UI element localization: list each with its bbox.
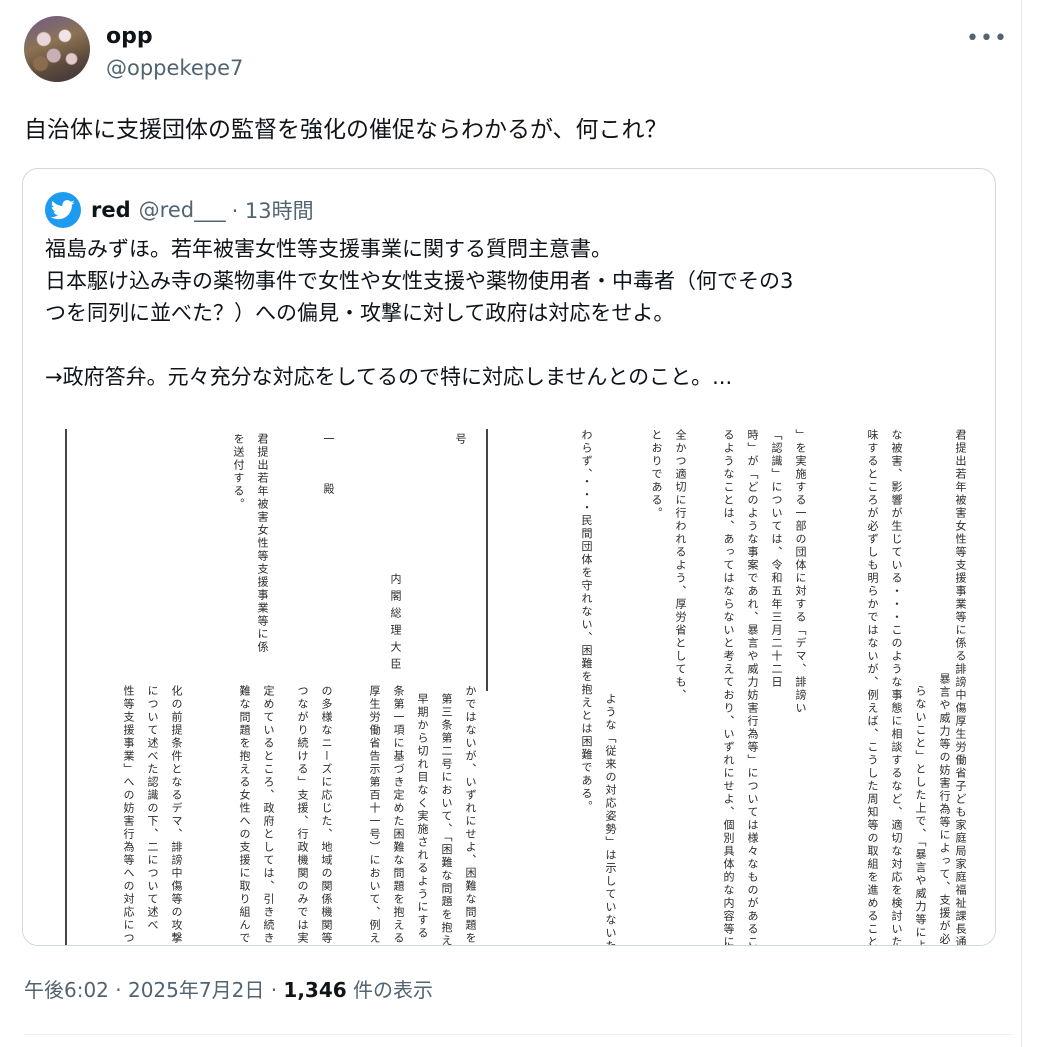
document-text-column: 定めているところ、政府としては、引き続き、 [262,685,275,945]
document-text-column: 味するところが必ずしも明らかではないが、例えば、こうした周知等の取組を進めること… [866,429,879,945]
document-rule [486,429,488,691]
author-display-name[interactable]: opp [106,24,153,49]
document-text-column: 時」が「どのような事案であれ、暴言や威力妨害行為等」については様々なものがあるこ… [746,429,759,945]
quote-header: red @red___ · 13時間 [45,192,314,228]
document-text-column: 君提出若年被害女性等支援事業等に係る誹謗中傷厚生労働省子ども家庭局家庭福祉課長通… [954,429,967,945]
quote-line-gap [45,329,975,361]
document-text-column: 「認識」については、令和五年三月二十二日 [770,429,783,689]
document-text-column: るようなことは、あってはならないと考えており、いずれにせよ、個別具体的な内容等に… [722,429,735,945]
quote-author-name[interactable]: red [91,198,131,222]
document-image[interactable]: 君提出若年被害女性等支援事業等に係る誹謗中傷厚生労働省子ども家庭局家庭福祉課長通… [23,423,995,945]
document-rule [65,429,67,945]
document-text-column: 全かつ適切に行われるよう、厚労省としても、 [674,429,687,702]
document-text-column: ような「従来の対応姿勢」は示していないため [604,693,617,945]
quote-timestamp[interactable]: · 13時間 [232,195,314,225]
bird-icon[interactable] [45,192,81,228]
document-text-column: 一 殿 [322,433,335,508]
document-text-column: 厚生労働省告示第百十一号）において、例えば [368,685,381,945]
quote-author-handle[interactable]: @red___ [139,198,226,222]
document-text-column: とおりである。 [650,429,663,520]
document-text-column: 性等支援事業」への妨害行為等への対応につい [122,685,135,945]
document-text-column: 難な問題を抱える女性への支援に取り組んでま [238,685,251,945]
document-text-column: 」を実施する一部の団体に対する「デマ、誹謗い [794,429,807,715]
document-text-column: について述べた認識の下、二について述べ [146,685,159,932]
document-text-column: わらず、・・・民間団体を守れない、困難を抱えとは困難である。 [580,429,593,814]
document-text-column: つながり続ける」支援、行政機関のみでは実施 [296,685,309,945]
document-text-column: の多様なニーズに応じた、地域の関係機関等の [320,685,333,945]
quote-text: 福島みずほ。若年被害女性等支援事業に関する質問主意書。 日本駆け込み寺の薬物事件… [45,233,975,393]
tweet-header: opp @oppekepe7 ••• [24,16,1014,86]
document-text-column: かではないが、いずれにせよ、困難な問題を抱 [464,685,477,945]
document-scan: 君提出若年被害女性等支援事業等に係る誹謗中傷厚生労働省子ども家庭局家庭福祉課長通… [23,423,995,945]
document-text-column: 暴言や威力等の妨害行為等によって、支援が必 [938,673,951,945]
author-handle[interactable]: @oppekepe7 [106,56,243,80]
document-text-column: な被害、影響が生じている・・・このような事態に相談するなど、適切な対応を検討いた… [890,429,903,945]
author-avatar[interactable] [24,16,90,82]
tweet-meta: 午後6:02 · 2025年7月2日 · 1,346 件の表示 [24,974,433,1003]
document-text-column: を送付する。 [232,433,245,511]
quote-tweet-card[interactable]: red @red___ · 13時間 福島みずほ。若年被害女性等支援事業に関する… [22,168,996,946]
document-text-column: 化の前提条件となるデマ、誹謗中傷等の攻撃の [170,685,183,945]
quote-line: →政府答弁。元々充分な対応をしてるので特に対応しませんとのこと。... [45,365,733,389]
document-text-column: 条第一項に基づき定めた困難な問題を抱える女 [392,685,405,945]
document-text-column: 号 [454,433,467,446]
more-options-icon[interactable]: ••• [966,26,1007,56]
tweet-timestamp[interactable]: 午後6:02 · 2025年7月2日 · [24,978,283,1002]
document-text-column: 君提出若年被害女性等支援事業等に係 [256,433,269,654]
timeline-border [1021,0,1022,1047]
tweet-text: 自治体に支援団体の監督を強化の催促ならわかるが、何これ？ [24,117,668,143]
views-count[interactable]: 1,346 [283,978,346,1002]
quote-line: 福島みずほ。若年被害女性等支援事業に関する質問主意書。 [45,237,612,261]
divider [24,1034,1014,1035]
views-label: 件の表示 [346,978,434,1002]
document-text-column: 早期から切れ目なく実施されるようにする [416,693,429,940]
document-text-column: 内閣総理大臣 [389,573,402,675]
document-text-column: 第三条第二号において、「困難な問題を抱え [440,693,453,945]
document-text-column: らないこと」とした上で、「暴言や威力等によ [914,685,927,945]
quote-line: 日本駆け込み寺の薬物事件で女性や女性支援や薬物使用者・中毒者（何でその3 [45,269,794,293]
quote-line: つを同列に並べた？）への偏見・攻撃に対して政府は対応をせよ。 [45,301,675,325]
